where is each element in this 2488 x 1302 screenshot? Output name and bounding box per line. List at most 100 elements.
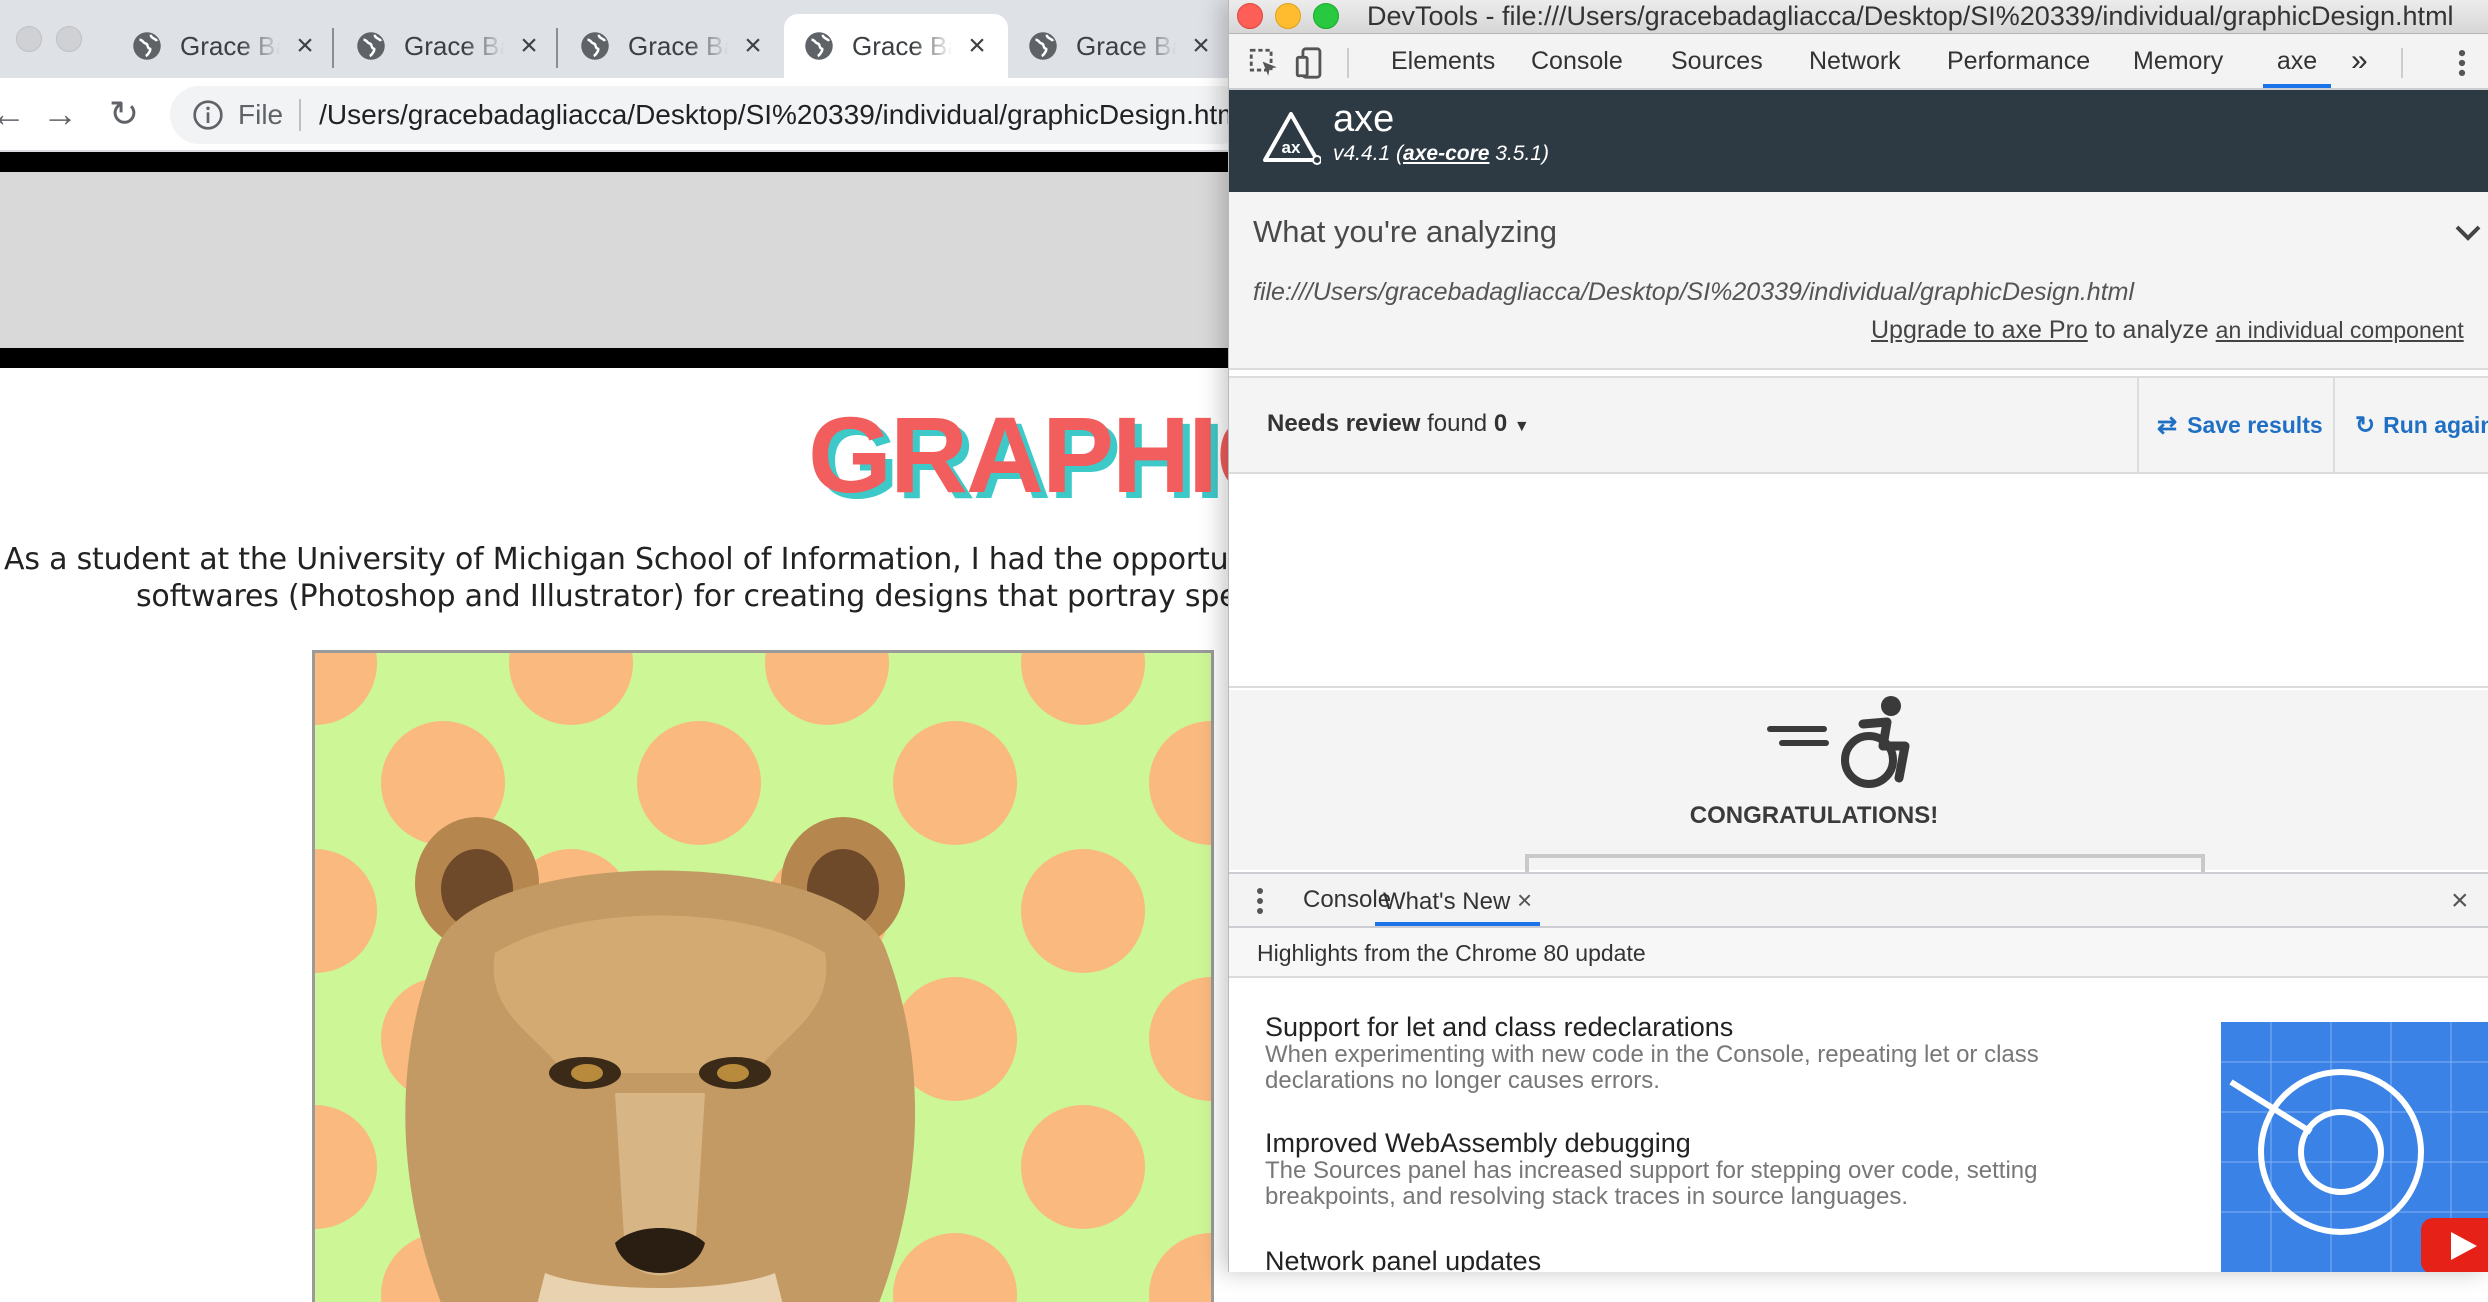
devtools-tab-bar: Elements Console Sources Network Perform…: [1229, 34, 2488, 90]
analyzing-title[interactable]: What you're analyzing: [1253, 214, 1557, 250]
info-icon[interactable]: [192, 99, 224, 131]
header-banner: [0, 172, 1240, 348]
tab-title: Grace Badagliacca: [852, 30, 952, 61]
forward-icon[interactable]: →: [32, 88, 88, 140]
close-window-button[interactable]: [1237, 3, 1263, 29]
component-link[interactable]: an individual component: [2216, 317, 2464, 343]
highlights-text: Highlights from the Chrome 80 update: [1257, 940, 1646, 966]
tab-memory[interactable]: Memory: [2133, 34, 2223, 88]
axe-logo-icon: ax: [1263, 112, 1321, 165]
globe-icon: [581, 32, 609, 60]
scheme-label: File: [238, 99, 284, 130]
needs-review-label: Needs review: [1267, 410, 1421, 437]
close-icon[interactable]: ×: [964, 29, 990, 62]
whats-new-item-body: When experimenting with new code in the …: [1265, 1041, 2039, 1094]
results-area: [1229, 474, 2488, 688]
whats-new-item-title[interactable]: Support for let and class redeclarations: [1265, 1012, 1733, 1043]
browser-tab[interactable]: Grace Badagliacca ×: [112, 14, 336, 78]
toolbar-divider: [1347, 48, 1349, 78]
close-icon[interactable]: ×: [1517, 885, 1532, 915]
whats-new-item-title[interactable]: Network panel updates: [1265, 1246, 1541, 1272]
needs-review-dropdown[interactable]: Needs review found 0 ▼: [1267, 410, 1530, 438]
globe-icon: [357, 32, 385, 60]
close-drawer-icon[interactable]: ×: [2451, 884, 2469, 918]
back-icon[interactable]: ←: [0, 88, 36, 140]
more-tabs-icon[interactable]: »: [2351, 34, 2368, 88]
close-icon[interactable]: ×: [516, 29, 542, 62]
core-version-text: 3.5.1): [1489, 142, 1549, 165]
globe-icon: [805, 32, 833, 60]
run-again-label: Run again: [2383, 411, 2488, 438]
intro-text-line-2: softwares (Photoshop and Illustrator) fo…: [136, 579, 1240, 614]
minimize-window-button[interactable]: [1275, 3, 1301, 29]
close-icon[interactable]: ×: [1188, 29, 1214, 62]
device-toolbar-icon[interactable]: [1293, 46, 1327, 80]
whats-new-label: What's New: [1383, 888, 1511, 915]
drawer-tab-whats-new[interactable]: What's New ×: [1375, 874, 1541, 926]
save-results-label: Save results: [2187, 411, 2323, 438]
tab-elements[interactable]: Elements: [1391, 34, 1495, 88]
analyzing-url: file:///Users/gracebadagliacca/Desktop/S…: [1253, 278, 2135, 306]
tab-console[interactable]: Console: [1531, 34, 1623, 88]
congrats-panel: CONGRATULATIONS!: [1229, 690, 2488, 894]
upgrade-link[interactable]: Upgrade to axe Pro: [1871, 316, 2088, 344]
inspect-element-icon[interactable]: [1247, 46, 1281, 80]
omnibox-divider: [299, 99, 302, 131]
devtools-window: DevTools - file:///Users/gracebadagliacc…: [1228, 0, 2488, 1272]
intro-text-line-1: As a student at the University of Michig…: [4, 542, 1240, 577]
browser-tab[interactable]: Grace Badagliacca ×: [560, 14, 784, 78]
tab-title: Grace Badagliacca: [404, 30, 504, 61]
version-text: v4.4.1 (: [1333, 142, 1404, 165]
tab-title: Grace Badagliacca: [628, 30, 728, 61]
drawer-tab-bar: Console What's New × ×: [1229, 872, 2488, 928]
whats-new-header: Highlights from the Chrome 80 update: [1229, 928, 2488, 978]
browser-tab[interactable]: Grace Badagliacca ×: [1008, 14, 1232, 78]
close-window-button[interactable]: [16, 26, 42, 52]
refresh-icon: ↻: [2355, 411, 2376, 439]
devtools-window-title: DevTools - file:///Users/gracebadagliacc…: [1367, 1, 2454, 31]
swap-icon: ⇄: [2157, 411, 2178, 439]
minimize-window-button[interactable]: [56, 26, 82, 52]
upgrade-text: to analyze: [2087, 316, 2216, 344]
whats-new-item-body: The Sources panel has increased support …: [1265, 1157, 2038, 1210]
tab-title: Grace Badagliacca: [1076, 30, 1176, 61]
tab-separator: [332, 28, 334, 68]
kebab-menu-icon[interactable]: [2455, 46, 2469, 80]
tab-title: Grace Badagliacca: [180, 30, 280, 61]
browser-tab[interactable]: Grace Badagliacca ×: [336, 14, 560, 78]
upgrade-line: Upgrade to axe Pro to analyze an individ…: [1871, 316, 2464, 345]
analyzing-panel: What you're analyzing file:///Users/grac…: [1229, 192, 2488, 370]
whats-new-item-title[interactable]: Improved WebAssembly debugging: [1265, 1128, 1691, 1159]
svg-text:ax: ax: [1282, 138, 1301, 157]
axe-version: v4.4.1 (axe-core 3.5.1): [1333, 142, 1549, 166]
zoom-window-button[interactable]: [1313, 3, 1339, 29]
tab-axe[interactable]: axe: [2263, 34, 2331, 88]
close-icon[interactable]: ×: [740, 29, 766, 62]
axe-core-link[interactable]: axe-core: [1403, 142, 1489, 165]
globe-icon: [1029, 32, 1057, 60]
promo-video-thumbnail[interactable]: [2221, 1022, 2488, 1272]
chevron-down-icon[interactable]: [2453, 222, 2483, 244]
browser-window: Grace Badagliacca × Grace Badagliacca × …: [0, 0, 1240, 1302]
header-border-bottom: [0, 348, 1240, 368]
tab-performance[interactable]: Performance: [1947, 34, 2090, 88]
save-results-button[interactable]: ⇄ Save results: [2137, 378, 2333, 472]
browser-toolbar: ← → ↻ File /Users/gracebadagliacca/Deskt…: [0, 78, 1240, 152]
caret-down-icon: ▼: [1513, 418, 1530, 435]
needs-review-bar: Needs review found 0 ▼ ⇄ Save results ↻ Ru…: [1229, 376, 2488, 474]
tab-sources[interactable]: Sources: [1671, 34, 1763, 88]
toolbar-divider: [2401, 48, 2403, 78]
accessibility-icon: [1767, 696, 1910, 788]
address-bar[interactable]: File /Users/gracebadagliacca/Desktop/SI%…: [170, 86, 1240, 144]
devtools-titlebar: DevTools - file:///Users/gracebadagliacc…: [1229, 0, 2488, 34]
found-label: found: [1420, 410, 1494, 437]
drawer-menu-icon[interactable]: [1255, 884, 1265, 918]
tab-separator: [556, 28, 558, 68]
browser-tab-active[interactable]: Grace Badagliacca ×: [784, 14, 1008, 78]
page-content: GRAPHIC DESIGN As a student at the Unive…: [0, 152, 1240, 1302]
url-text[interactable]: /Users/gracebadagliacca/Desktop/SI%20339…: [319, 99, 1240, 131]
close-icon[interactable]: ×: [292, 29, 318, 62]
reload-icon[interactable]: ↻: [96, 88, 152, 140]
tab-network[interactable]: Network: [1809, 34, 1901, 88]
run-again-button[interactable]: ↻ Run again: [2333, 378, 2488, 472]
